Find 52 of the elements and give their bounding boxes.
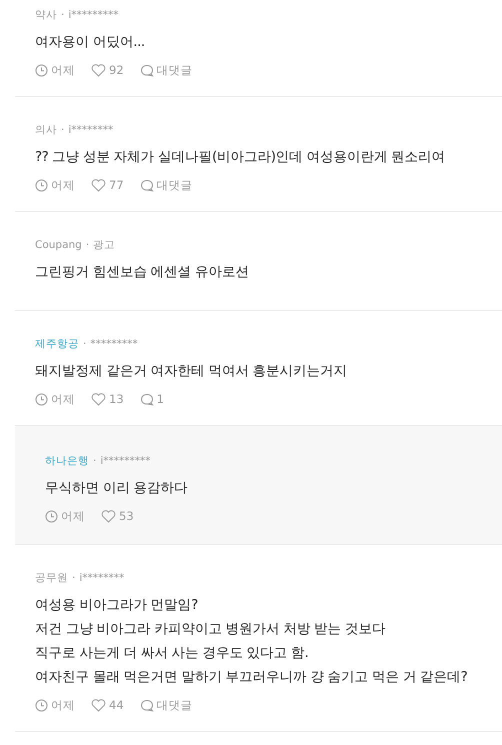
separator-dot: · <box>61 8 64 22</box>
reply-link[interactable]: 대댓글 <box>156 178 193 192</box>
clock-icon <box>35 178 48 192</box>
user-id: i********* <box>68 8 119 22</box>
like-count: 77 <box>109 178 124 192</box>
heart-icon[interactable] <box>91 698 106 712</box>
time-text: 어제 <box>51 178 75 192</box>
company-name: 의사 <box>35 123 57 137</box>
clock-icon <box>45 510 58 522</box>
heart-icon[interactable] <box>91 392 106 406</box>
comment-text: 여자용이 어딨어... <box>35 33 146 52</box>
company-name: 공무원 <box>35 571 68 585</box>
heart-icon[interactable] <box>91 64 106 76</box>
clock-icon <box>35 64 48 76</box>
user-id: 광고 <box>93 238 116 252</box>
separator-dot: · <box>61 123 64 137</box>
time-text: 어제 <box>51 392 75 406</box>
heart-icon[interactable] <box>101 510 116 522</box>
speech-bubble-icon[interactable] <box>140 64 154 76</box>
time-text: 어제 <box>51 62 75 78</box>
company-name: Coupang <box>35 238 82 252</box>
separator-dot: · <box>83 337 86 351</box>
time-text: 어제 <box>51 698 75 712</box>
user-id: i******** <box>79 571 124 585</box>
company-name: 약사 <box>35 8 57 22</box>
speech-bubble-icon[interactable] <box>140 698 154 712</box>
speech-bubble-icon[interactable] <box>140 392 154 406</box>
company-name: 제주항공 <box>35 337 79 351</box>
like-count: 92 <box>109 63 124 77</box>
separator-dot: · <box>93 454 96 468</box>
speech-bubble-icon[interactable] <box>140 178 154 192</box>
user-id: i********* <box>100 454 151 468</box>
like-count: 13 <box>109 392 124 406</box>
company-name: 하나은행 <box>45 454 89 468</box>
reply-link[interactable]: 대댓글 <box>156 698 193 712</box>
comment-text: ?? 그냥 성분 자체가 실데나필(비아그라)인데 여성용이란게 뭔소리여 <box>35 148 446 167</box>
separator-dot: · <box>72 571 76 585</box>
time-text: 어제 <box>61 508 85 524</box>
clock-icon <box>35 698 48 712</box>
comment-text: 여성용 비아그라가 먼말임? 저건 그냥 비아그라 카피약이고 병원가서 처방 받는 것보다 직구로 사는게 더 싸서 사는 경우도 있다고 함. 여자친구 몰래 먹은거면 말하기 부끄러우니까 걍 숨기고 먹은 거 같은데? <box>35 596 468 687</box>
user-id: ********* <box>90 337 138 351</box>
comment-text: 그린핑거 힘센보습 에센셜 유아로션 <box>35 263 250 282</box>
clock-icon <box>35 392 48 406</box>
user-id: i******** <box>68 123 114 137</box>
separator-dot: · <box>86 238 90 252</box>
like-count: 53 <box>119 509 134 523</box>
comment-text: 돼지발정제 같은거 여자한테 먹여서 흥분시키는거지 <box>35 362 348 381</box>
reply-link[interactable]: 1 <box>156 392 164 406</box>
heart-icon[interactable] <box>91 178 106 192</box>
reply-link[interactable]: 대댓글 <box>156 62 193 78</box>
like-count: 44 <box>109 698 124 712</box>
comment-text: 무식하면 이리 용감하다 <box>45 479 189 498</box>
